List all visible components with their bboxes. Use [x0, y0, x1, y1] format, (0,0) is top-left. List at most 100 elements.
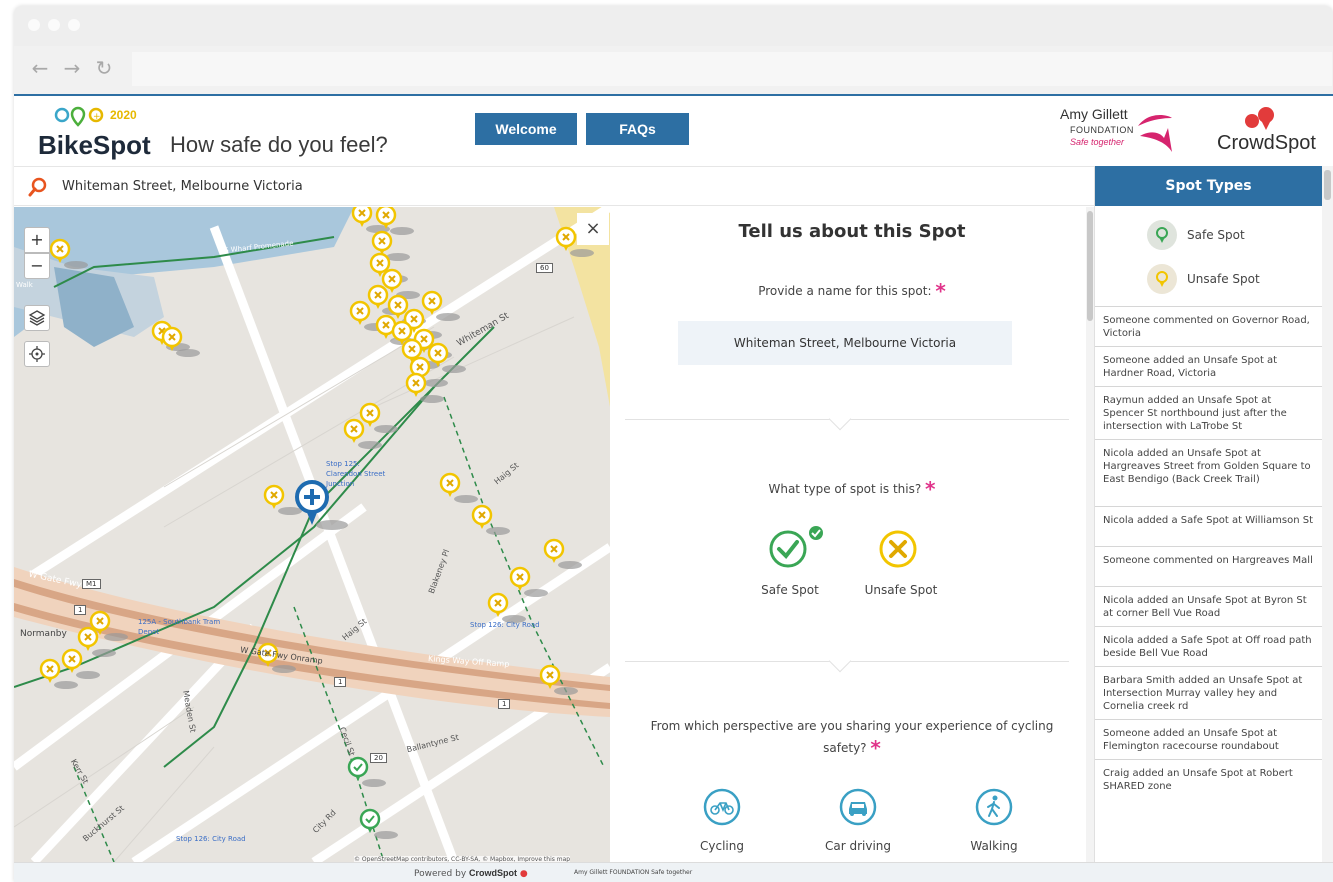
list-item[interactable]: Someone commented on Governor Road, Vict…: [1095, 306, 1322, 346]
crowdspot-logo[interactable]: CrowdSpot: [1217, 132, 1316, 155]
map-shield-1-b: 1: [334, 677, 347, 687]
list-item[interactable]: Someone added an Unsafe Spot at Flemingt…: [1095, 719, 1322, 759]
unsafe-spot-option[interactable]: [876, 523, 936, 583]
partner-sub: FOUNDATION: [1070, 125, 1134, 135]
site-header: + 2020 BikeSpot How safe do you feel? We…: [14, 96, 1333, 166]
unsafe-spot-marker[interactable]: [161, 326, 202, 359]
window-maximize-dot[interactable]: [68, 19, 80, 31]
spot-types-header: Spot Types: [1095, 166, 1322, 206]
unsafe-spot-marker[interactable]: [49, 238, 90, 271]
crowdspot-pin-icon: ●: [519, 869, 528, 879]
list-item[interactable]: Nicola added an Unsafe Spot at Hargreave…: [1095, 439, 1322, 506]
back-button[interactable]: ←: [28, 56, 52, 80]
name-field-label: Provide a name for this spot: *: [610, 279, 1094, 303]
unsafe-spot-label[interactable]: Unsafe Spot: [856, 583, 946, 597]
title-bar: [14, 6, 1333, 46]
safe-spot-label[interactable]: Safe Spot: [750, 583, 830, 597]
welcome-button[interactable]: Welcome: [475, 113, 577, 145]
map-label-stop126-b: Stop 126: City Road: [176, 835, 246, 843]
map-markers[interactable]: [14, 207, 610, 862]
unsafe-spot-marker[interactable]: [343, 418, 384, 451]
unsafe-spot-marker[interactable]: [381, 268, 422, 301]
list-item[interactable]: Craig added an Unsafe Spot at Robert SHA…: [1095, 759, 1322, 799]
amy-gillett-logo[interactable]: Amy Gillett FOUNDATION Safe together: [1060, 106, 1172, 158]
map-shield-60: 60: [536, 263, 553, 273]
logo-word-bike: Bike: [38, 130, 93, 160]
location-search-bar[interactable]: Whiteman Street, Melbourne Victoria: [14, 166, 1094, 206]
unsafe-spot-marker[interactable]: [471, 504, 512, 537]
unsafe-spot-marker[interactable]: [539, 664, 580, 697]
unsafe-spot-marker[interactable]: [487, 592, 528, 625]
search-input[interactable]: Whiteman Street, Melbourne Victoria: [62, 179, 303, 194]
walking-icon: [975, 788, 1013, 826]
spot-name-input[interactable]: [678, 321, 1012, 365]
safe-spot-legend-icon: [1147, 220, 1177, 250]
unsafe-spot-marker[interactable]: [439, 472, 480, 505]
walking-option[interactable]: [974, 787, 1014, 827]
page-tagline: How safe do you feel?: [170, 132, 388, 157]
car-driving-option[interactable]: [838, 787, 878, 827]
list-item[interactable]: Raymun added an Unsafe Spot at Spencer S…: [1095, 386, 1322, 439]
unsafe-spot-legend-icon: [1147, 264, 1177, 294]
cycling-label[interactable]: Cycling: [682, 839, 762, 853]
faqs-button[interactable]: FAQs: [586, 113, 689, 145]
footer-partner[interactable]: Amy Gillett FOUNDATION Safe together: [574, 869, 692, 876]
cycling-option[interactable]: [702, 787, 742, 827]
logo-word-spot: Spot: [92, 130, 151, 160]
unsafe-spot-marker[interactable]: [509, 566, 550, 599]
form-scrollbar-thumb[interactable]: [1087, 211, 1093, 321]
map-label-depot: 125A - Southbank Tram Depot: [138, 618, 221, 636]
browser-window: ← → ↻ + 2020 BikeSpot How safe do you fe…: [14, 6, 1333, 882]
list-item[interactable]: Nicola added a Safe Spot at Off road pat…: [1095, 626, 1322, 666]
map-shield-1-c: 1: [498, 699, 511, 709]
list-item[interactable]: Nicola added an Unsafe Spot at Byron St …: [1095, 586, 1322, 626]
sidebar-scrollbar[interactable]: [1322, 166, 1333, 862]
form-scrollbar[interactable]: [1086, 207, 1094, 862]
list-item[interactable]: Someone commented on Hargreaves Mall: [1095, 546, 1322, 586]
locate-me-button[interactable]: [24, 341, 50, 367]
zoom-out-button[interactable]: −: [24, 253, 50, 279]
list-item[interactable]: Barbara Smith added an Unsafe Spot at In…: [1095, 666, 1322, 719]
unsafe-spot-marker[interactable]: [405, 372, 446, 405]
search-icon[interactable]: [28, 177, 48, 197]
safe-spot-marker[interactable]: [359, 808, 400, 841]
unsafe-spot-marker[interactable]: [543, 538, 584, 571]
unsafe-cross-icon: [879, 530, 917, 568]
activity-sidebar: Spot Types Safe Spot Unsafe Spot Someone…: [1094, 166, 1322, 862]
divider-notch: [828, 407, 852, 431]
crosshair-icon: [29, 346, 45, 362]
form-title: Tell us about this Spot: [738, 221, 966, 242]
svg-text:+: +: [93, 112, 101, 122]
window-close-dot[interactable]: [28, 19, 40, 31]
layers-button[interactable]: [24, 305, 50, 331]
car-driving-label[interactable]: Car driving: [808, 839, 908, 853]
bikespot-logo[interactable]: BikeSpot: [38, 130, 151, 161]
required-mark: *: [925, 477, 936, 501]
reload-button[interactable]: ↻: [92, 56, 116, 80]
list-item[interactable]: Nicola added a Safe Spot at Williamson S…: [1095, 506, 1322, 546]
car-icon: [839, 788, 877, 826]
map-canvas[interactable]: S Wharf Promenade Walk Whiteman St Haig …: [14, 207, 610, 862]
divider-notch: [828, 649, 852, 673]
unsafe-spot-marker[interactable]: [359, 402, 400, 435]
amy-gillett-swoosh-icon: [1138, 115, 1172, 152]
browser-toolbar: ← → ↻: [14, 46, 1333, 94]
unsafe-spot-marker[interactable]: [77, 626, 118, 659]
walking-label[interactable]: Walking: [954, 839, 1034, 853]
powered-by[interactable]: Powered by CrowdSpot ●: [414, 868, 528, 879]
bikespot-logo-icon: +: [54, 106, 104, 127]
close-form-button[interactable]: ×: [577, 213, 609, 245]
address-bar[interactable]: [132, 52, 1332, 86]
zoom-in-button[interactable]: +: [24, 227, 50, 253]
window-minimize-dot[interactable]: [48, 19, 60, 31]
sidebar-scrollbar-thumb[interactable]: [1324, 170, 1331, 200]
unsafe-spot-marker[interactable]: [421, 290, 462, 323]
spot-form-panel: Tell us about this Spot Provide a name f…: [610, 207, 1094, 862]
footer-brand: CrowdSpot: [469, 868, 518, 878]
map-label-stop125: Stop 125: Clarendon Street Junction: [326, 460, 386, 488]
list-item[interactable]: Someone added an Unsafe Spot at Hardner …: [1095, 346, 1322, 386]
new-spot-pin-icon[interactable]: [295, 480, 348, 530]
safe-spot-option[interactable]: [766, 523, 826, 583]
page-footer: Powered by CrowdSpot ● Amy Gillett FOUND…: [14, 862, 1333, 882]
forward-button[interactable]: →: [60, 56, 84, 80]
